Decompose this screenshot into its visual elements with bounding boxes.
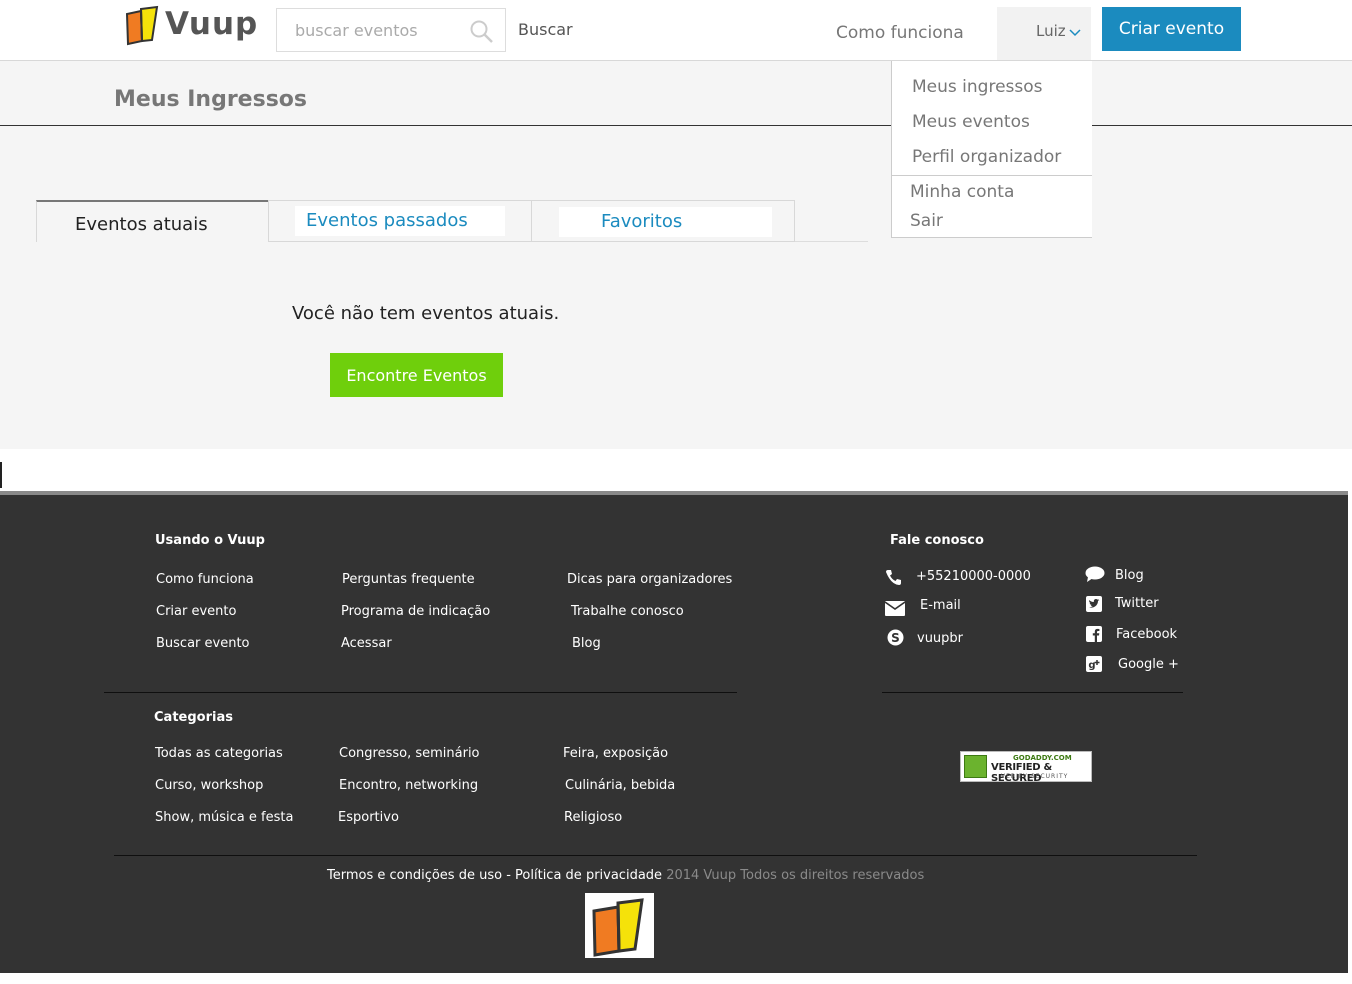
social-facebook-link[interactable]: Facebook — [1116, 627, 1177, 642]
email-icon — [885, 601, 905, 616]
facebook-icon — [1086, 626, 1102, 642]
footer-link[interactable]: Trabalhe conosco — [571, 604, 684, 619]
footer-link[interactable]: Como funciona — [156, 572, 254, 587]
category-link[interactable]: Encontro, networking — [339, 778, 478, 793]
contact-email[interactable]: E-mail — [920, 598, 961, 613]
svg-text:g: g — [1088, 660, 1095, 671]
main-content — [0, 61, 1352, 449]
category-link[interactable]: Esportivo — [338, 810, 399, 825]
footer-divider — [882, 692, 1183, 693]
create-event-button[interactable]: Criar evento — [1102, 7, 1241, 51]
google-plus-icon: g — [1086, 656, 1102, 672]
text-cursor — [0, 462, 2, 488]
user-dropdown-menu: Meus ingressos Meus eventos Perfil organ… — [891, 61, 1092, 238]
badge-top-text: GODADDY.COM — [1013, 754, 1072, 762]
footer-link[interactable]: Buscar evento — [156, 636, 250, 651]
svg-text:S: S — [891, 631, 900, 645]
tab-current-events[interactable]: Eventos atuais — [36, 200, 269, 242]
tab-label: Eventos passados — [306, 210, 468, 231]
lock-icon — [964, 755, 987, 778]
footer-link[interactable]: Blog — [572, 636, 601, 651]
privacy-link[interactable]: Política de privacidade — [515, 868, 662, 883]
tab-label: Eventos atuais — [75, 214, 208, 235]
rights-text: 2014 Vuup Todos os direitos reservados — [666, 868, 925, 883]
dropdown-divider — [892, 175, 1092, 176]
vuup-logo-icon[interactable] — [124, 4, 166, 46]
dropdown-item-logout[interactable]: Sair — [910, 211, 943, 231]
category-link[interactable]: Religioso — [564, 810, 622, 825]
search-button[interactable]: Buscar — [518, 20, 573, 39]
tab-inner: Eventos passados — [295, 206, 505, 236]
search-icon[interactable] — [469, 19, 495, 45]
copyright-line: Termos e condições de uso - Política de … — [327, 868, 924, 883]
tab-past-events[interactable]: Eventos passados — [268, 200, 532, 242]
chevron-down-icon — [1069, 29, 1081, 37]
title-divider — [0, 125, 1352, 126]
footer-link[interactable]: Dicas para organizadores — [567, 572, 732, 587]
separator: - — [506, 868, 511, 883]
how-it-works-link[interactable]: Como funciona — [836, 23, 964, 43]
godaddy-security-badge[interactable]: GODADDY.COM VERIFIED & SECURED VERIFY SE… — [960, 751, 1092, 784]
header: Vuup Buscar Como funciona Luiz Criar eve… — [0, 0, 1352, 61]
user-name: Luiz — [1036, 22, 1066, 40]
dropdown-item-my-tickets[interactable]: Meus ingressos — [912, 77, 1043, 97]
search-input[interactable] — [277, 9, 467, 51]
footer-contact-title: Fale conosco — [890, 533, 984, 548]
find-events-button[interactable]: Encontre Eventos — [330, 353, 503, 397]
tab-label: Favoritos — [601, 211, 683, 232]
terms-link[interactable]: Termos e condições de uso — [327, 868, 502, 883]
twitter-icon — [1086, 596, 1102, 612]
tab-favorites[interactable]: Favoritos — [531, 200, 795, 242]
vuup-logo-icon — [592, 898, 644, 957]
category-link[interactable]: Curso, workshop — [155, 778, 263, 793]
footer-link[interactable]: Acessar — [341, 636, 392, 651]
page-title: Meus Ingressos — [114, 87, 307, 112]
social-blog-link[interactable]: Blog — [1115, 568, 1144, 583]
dropdown-item-organizer-profile[interactable]: Perfil organizador — [912, 147, 1061, 167]
footer — [0, 495, 1348, 973]
dropdown-item-my-events[interactable]: Meus eventos — [912, 112, 1030, 132]
social-google-link[interactable]: Google + — [1118, 657, 1179, 672]
empty-state-message: Você não tem eventos atuais. — [292, 303, 560, 324]
category-link[interactable]: Culinária, bebida — [565, 778, 675, 793]
footer-bottom-divider — [114, 855, 1197, 856]
contact-phone[interactable]: +55210000-0000 — [916, 569, 1031, 584]
footer-categories-title: Categorias — [154, 710, 233, 725]
category-link[interactable]: Congresso, seminário — [339, 746, 480, 761]
phone-icon — [886, 570, 901, 585]
footer-link[interactable]: Perguntas frequente — [342, 572, 475, 587]
footer-link[interactable]: Programa de indicação — [341, 604, 490, 619]
blog-chat-icon — [1085, 566, 1105, 582]
user-menu-button[interactable]: Luiz — [997, 7, 1091, 60]
footer-logo[interactable] — [585, 893, 654, 958]
dropdown-item-my-account[interactable]: Minha conta — [910, 182, 1014, 202]
category-link[interactable]: Feira, exposição — [563, 746, 668, 761]
category-link[interactable]: Show, música e festa — [155, 810, 293, 825]
badge-bottom-text: VERIFY SECURITY — [1001, 773, 1069, 780]
contact-skype[interactable]: vuupbr — [917, 631, 963, 646]
footer-link[interactable]: Criar evento — [156, 604, 236, 619]
logo-text[interactable]: Vuup — [165, 6, 258, 42]
tab-inner: Favoritos — [559, 207, 772, 237]
footer-using-title: Usando o Vuup — [155, 533, 265, 548]
footer-divider — [104, 692, 737, 693]
category-link[interactable]: Todas as categorias — [155, 746, 283, 761]
skype-icon: S — [887, 629, 904, 646]
search-box — [276, 8, 506, 52]
social-twitter-link[interactable]: Twitter — [1115, 596, 1159, 611]
